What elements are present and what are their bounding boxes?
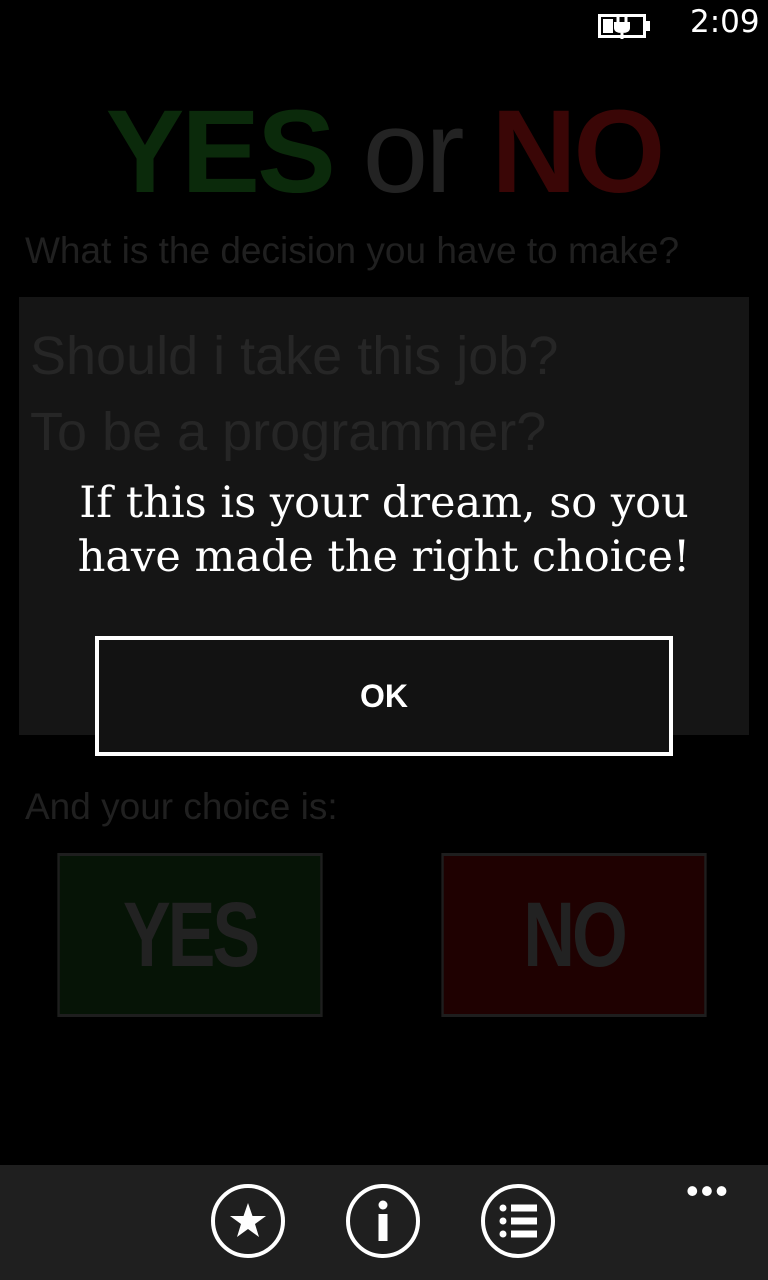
dialog-message: If this is your dream, so you have made … <box>77 478 691 582</box>
title-no: NO <box>491 86 665 218</box>
no-button[interactable]: NO <box>441 853 707 1017</box>
ok-button[interactable]: OK <box>95 636 673 756</box>
info-icon[interactable] <box>345 1183 421 1259</box>
app-title: YES or NO <box>0 82 768 222</box>
status-bar: 2:09 <box>0 0 768 50</box>
battery-charging-icon <box>598 14 650 39</box>
title-or: or <box>362 86 465 218</box>
choice-label: And your choice is: <box>25 786 338 827</box>
title-yes: YES <box>105 86 336 218</box>
list-icon[interactable] <box>480 1183 556 1259</box>
question-label: What is the decision you have to make? <box>25 230 680 271</box>
yes-button[interactable]: YES <box>57 853 323 1017</box>
clock: 2:09 <box>690 4 760 40</box>
decision-input-text: Should i take this job? To be a programm… <box>30 326 559 462</box>
star-icon[interactable] <box>210 1183 286 1259</box>
more-options-button[interactable]: ••• <box>686 1170 730 1212</box>
